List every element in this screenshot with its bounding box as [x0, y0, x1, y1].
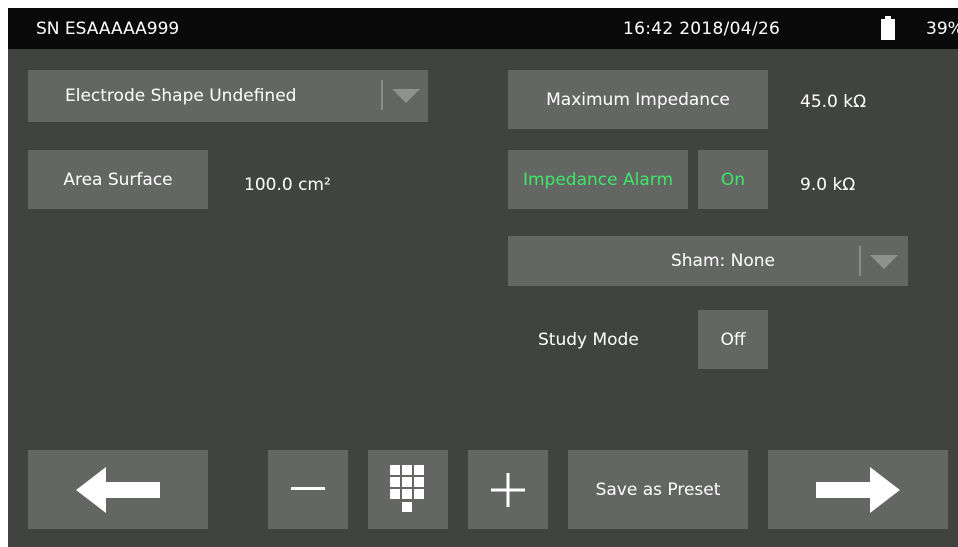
- save-as-preset-label: Save as Preset: [595, 479, 721, 500]
- serial-number: SN ESAAAAA999: [36, 19, 180, 39]
- battery-percent: 39%: [926, 19, 958, 39]
- impedance-alarm-value: 9.0 kΩ: [800, 175, 856, 195]
- status-bar: SN ESAAAAA999 16:42 2018/04/26 39%: [8, 8, 958, 49]
- electrode-shape-label: Electrode Shape Undefined: [65, 86, 297, 106]
- minus-icon: [291, 486, 325, 493]
- chevron-down-icon: [392, 89, 420, 103]
- study-mode-label: Study Mode: [538, 330, 639, 350]
- arrow-right-icon: [816, 466, 900, 513]
- area-surface-value: 100.0 cm²: [244, 175, 331, 195]
- next-button[interactable]: [768, 450, 948, 529]
- dropdown-separator: [859, 246, 861, 276]
- impedance-alarm-label: Impedance Alarm: [522, 169, 674, 190]
- maximum-impedance-label: Maximum Impedance: [546, 89, 730, 110]
- sham-label: Sham: None: [670, 251, 776, 271]
- save-as-preset-button[interactable]: Save as Preset: [568, 450, 748, 529]
- chevron-down-icon: [870, 255, 898, 269]
- datetime: 16:42 2018/04/26: [623, 19, 781, 39]
- sham-dropdown[interactable]: Sham: None: [508, 236, 908, 286]
- impedance-alarm-button[interactable]: Impedance Alarm: [508, 150, 688, 209]
- area-surface-label: Area Surface: [63, 169, 173, 190]
- dropdown-separator: [381, 80, 383, 110]
- study-mode-state: Off: [720, 329, 746, 350]
- impedance-alarm-state: On: [720, 169, 746, 190]
- maximum-impedance-button[interactable]: Maximum Impedance: [508, 70, 768, 129]
- device-screen: SN ESAAAAA999 16:42 2018/04/26 39% Elect…: [8, 8, 958, 547]
- battery-icon: [881, 16, 895, 40]
- study-mode-toggle[interactable]: Off: [698, 310, 768, 369]
- keypad-icon: [390, 464, 426, 515]
- arrow-left-icon: [76, 466, 160, 513]
- maximum-impedance-value: 45.0 kΩ: [800, 92, 867, 112]
- plus-icon: [491, 472, 525, 507]
- area-surface-button[interactable]: Area Surface: [28, 150, 208, 209]
- electrode-shape-dropdown[interactable]: Electrode Shape Undefined: [28, 70, 428, 122]
- plus-button[interactable]: [468, 450, 548, 529]
- keypad-button[interactable]: [368, 450, 448, 529]
- minus-button[interactable]: [268, 450, 348, 529]
- impedance-alarm-toggle[interactable]: On: [698, 150, 768, 209]
- back-button[interactable]: [28, 450, 208, 529]
